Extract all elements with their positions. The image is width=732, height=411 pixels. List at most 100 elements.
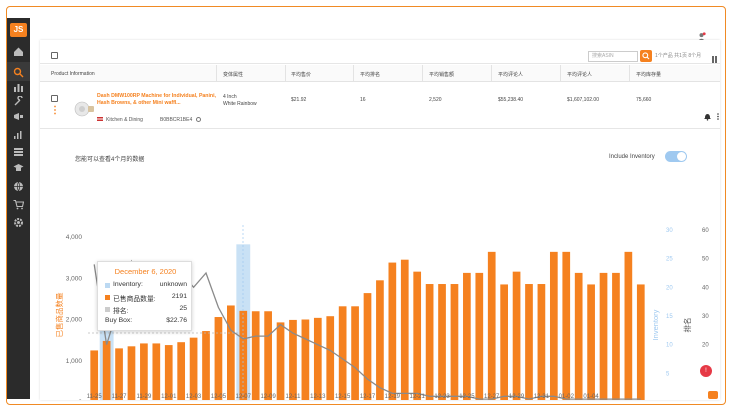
- rank-value: 16: [360, 97, 366, 103]
- sales-bar: [463, 272, 471, 400]
- tooltip-label: Inventory:: [113, 281, 143, 288]
- sales-bar: [512, 271, 521, 400]
- sales-bar: [264, 311, 272, 400]
- graduation-icon[interactable]: [13, 146, 24, 157]
- tooltip-swatch-rank: [105, 307, 110, 312]
- sales-bar: [599, 272, 608, 400]
- search-icon[interactable]: [13, 67, 24, 78]
- x-tick-label: 12-11: [286, 394, 302, 400]
- chart-tooltip: December 6, 2020 Inventory: unknown 已售商品…: [97, 261, 192, 331]
- gear-icon[interactable]: [13, 217, 24, 228]
- y-tick-inventory: 10: [666, 343, 673, 349]
- y-axis-label-inventory: Inventory: [651, 309, 660, 340]
- search-button[interactable]: [640, 50, 652, 62]
- chart-area: 您能可以查看4个月的数据 Include Inventory 01,0002,0…: [40, 130, 720, 400]
- wrench-icon[interactable]: [13, 96, 24, 107]
- col-variant[interactable]: 变体属性: [223, 71, 243, 78]
- tooltip-value: 2191: [171, 293, 187, 300]
- col-separator: [216, 65, 217, 82]
- col-rank[interactable]: 平均排名: [360, 71, 380, 78]
- y-axis-label-rank: 排名: [682, 318, 692, 333]
- sales-bar: [549, 251, 558, 400]
- sales-bar: [152, 343, 161, 400]
- col-sales[interactable]: 平均销售额: [429, 71, 454, 78]
- globe-icon[interactable]: [13, 181, 24, 192]
- tooltip-value: $22.76: [166, 317, 187, 324]
- select-all-checkbox[interactable]: [51, 52, 58, 59]
- x-tick-label: 11-25: [87, 394, 103, 400]
- row-checkbox[interactable]: [51, 95, 58, 102]
- category-label: Kitchen & Dining: [106, 117, 143, 123]
- sales-bar: [612, 272, 620, 400]
- info-icon[interactable]: [195, 117, 201, 122]
- more-options-icon[interactable]: ⋮: [50, 106, 60, 116]
- bell-icon[interactable]: [703, 108, 712, 121]
- kebab-icon[interactable]: [716, 108, 725, 120]
- y-tick-inventory: 20: [666, 285, 673, 291]
- x-tick-label: 12-03: [186, 394, 202, 400]
- y-tick-inventory: 25: [666, 257, 673, 263]
- product-thumbnail[interactable]: [73, 100, 95, 118]
- variant-color: White Rainbow: [223, 101, 257, 107]
- col-separator: [353, 65, 354, 82]
- columns-icon[interactable]: [711, 51, 720, 63]
- tooltip-row-rank: 排名: 25: [105, 305, 187, 315]
- table-row[interactable]: ⋮ Dash DMW100RP Machine for Individual, …: [40, 83, 720, 129]
- x-tick-label: 12-27: [484, 394, 500, 400]
- x-tick-label: 12-21: [410, 394, 426, 400]
- col-inventory[interactable]: 平均库存量: [636, 71, 661, 78]
- col-product-info[interactable]: Product Information: [51, 71, 95, 77]
- sales-bar: [276, 322, 285, 400]
- js-logo[interactable]: JS: [10, 23, 27, 37]
- tooltip-date: December 6, 2020: [114, 267, 177, 276]
- top-toolbar: 搜索ASIN 1个产品 共1页 8个月: [40, 40, 720, 64]
- x-tick-label: 12-29: [509, 394, 525, 400]
- sales-bar: [413, 271, 422, 400]
- col-separator: [560, 65, 561, 82]
- y-tick-rank: 30: [702, 314, 709, 320]
- sales-bar: [90, 350, 99, 400]
- col-price[interactable]: 平均售价: [291, 71, 311, 78]
- cap-icon[interactable]: [13, 162, 24, 173]
- sales-bar: [301, 319, 310, 400]
- search-input[interactable]: 搜索ASIN: [588, 51, 638, 62]
- tooltip-label: 已售商品数量:: [113, 296, 156, 303]
- megaphone-icon[interactable]: [13, 111, 24, 122]
- sales-bar: [102, 340, 111, 400]
- user-icon[interactable]: [697, 28, 706, 41]
- y-tick-left: 1,000: [66, 358, 83, 365]
- x-tick-label: 11-27: [112, 394, 128, 400]
- sales-bar: [500, 284, 508, 400]
- col-reviewers[interactable]: 平均评论人: [567, 71, 592, 78]
- sales-bar: [127, 346, 136, 400]
- x-tick-label: 12-19: [385, 394, 401, 400]
- col-revenue[interactable]: 平均评论人: [498, 71, 523, 78]
- col-separator: [491, 65, 492, 82]
- sales-bar: [525, 284, 533, 400]
- sales-bar: [177, 342, 186, 400]
- sales-bar: [189, 337, 198, 400]
- corner-widget[interactable]: [708, 391, 718, 399]
- tooltip-row-sold: 已售商品数量: 2191: [105, 293, 187, 303]
- home-icon[interactable]: [13, 46, 24, 57]
- y-tick-left: 2,000: [66, 317, 83, 324]
- us-flag-icon: [97, 117, 103, 121]
- tooltip-value: 25: [179, 305, 187, 312]
- x-tick-label: 12-05: [211, 394, 227, 400]
- tooltip-value: unknown: [159, 281, 187, 288]
- y-tick-left: 0: [78, 399, 82, 400]
- main-panel: 搜索ASIN 1个产品 共1页 8个月 Product Information …: [40, 40, 720, 400]
- sales-bar: [115, 348, 123, 400]
- y-tick-rank: 20: [702, 343, 709, 349]
- sales-bar: [338, 306, 347, 400]
- y-tick-left: 3,000: [66, 275, 83, 282]
- chart-bars-icon[interactable]: [13, 82, 24, 93]
- x-tick-label: 12-07: [236, 394, 252, 400]
- x-tick-label: 01-04: [583, 394, 599, 400]
- notification-badge[interactable]: !: [700, 365, 712, 377]
- analytics-icon[interactable]: [13, 129, 24, 140]
- product-title-link[interactable]: Dash DMW100RP Machine for Individual, Pa…: [97, 93, 217, 107]
- sales-bar: [537, 284, 546, 400]
- sales-bar: [202, 331, 210, 400]
- cart-icon[interactable]: [13, 199, 24, 210]
